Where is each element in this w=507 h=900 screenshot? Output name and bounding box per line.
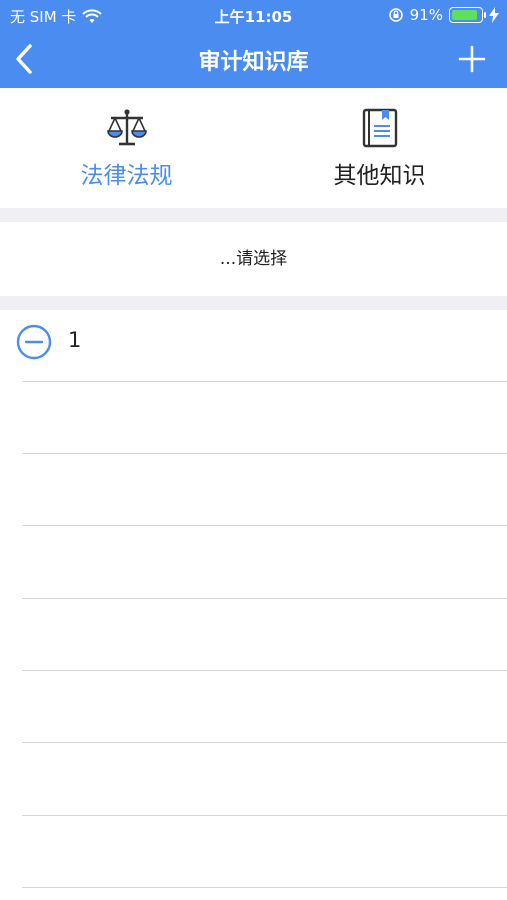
selector-placeholder: ...请选择 <box>219 249 288 269</box>
row-divider <box>22 381 507 382</box>
charging-bolt-icon <box>489 7 499 23</box>
row-divider <box>22 598 507 599</box>
plus-icon[interactable] <box>457 44 487 74</box>
scales-icon <box>106 109 147 146</box>
page-title: 审计知识库 <box>198 50 309 75</box>
status-bar: 无 SIM 卡 上午11:05 91% <box>0 0 507 30</box>
battery-percent: 91% <box>409 6 443 24</box>
row-divider <box>22 815 507 816</box>
minus-circle-icon[interactable] <box>16 324 52 360</box>
section-divider <box>0 296 507 310</box>
list-item-text: 1 <box>68 328 82 352</box>
orientation-lock-icon <box>388 8 403 22</box>
tab-laws-label: 法律法规 <box>80 163 173 189</box>
navigation-header: 无 SIM 卡 上午11:05 91% 审计知识库 <box>0 0 507 88</box>
row-divider <box>22 453 507 454</box>
book-icon <box>362 108 397 148</box>
row-divider <box>22 742 507 743</box>
battery-icon <box>449 7 486 23</box>
row-divider <box>22 525 507 526</box>
tab-other-knowledge[interactable]: 其他知识 <box>253 88 506 208</box>
category-tabs: 法律法规 其他知识 <box>0 88 507 208</box>
category-selector[interactable]: ...请选择 <box>0 222 507 296</box>
row-divider <box>22 887 507 888</box>
nav-bar: 审计知识库 <box>0 30 507 88</box>
list-item[interactable]: 1 <box>0 310 507 382</box>
tab-laws-regulations[interactable]: 法律法规 <box>0 88 253 208</box>
section-divider <box>0 208 507 222</box>
row-divider <box>22 670 507 671</box>
tab-other-label: 其他知识 <box>333 163 426 189</box>
